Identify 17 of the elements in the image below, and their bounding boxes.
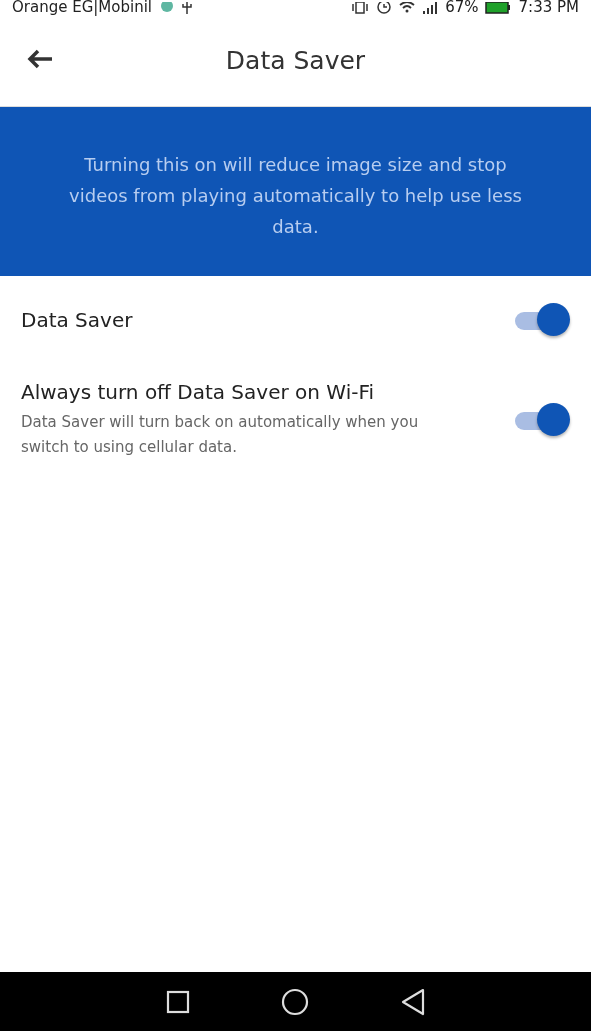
battery-percent: 67% (445, 0, 479, 14)
setting-label: Always turn off Data Saver on Wi-Fi (21, 380, 376, 404)
banner-text: Turning this on will reduce image size and stop videos from playing automatically to help use less data. (68, 153, 523, 239)
signal-icon (423, 2, 438, 14)
alarm-icon (377, 2, 392, 14)
toggle-switch[interactable] (513, 302, 571, 338)
setting-description: Data Saver will turn back on automatically when you switch to using cellular data. (21, 412, 420, 458)
battery-icon (484, 2, 511, 14)
toggle-switch[interactable] (513, 402, 571, 438)
carrier-name: Orange EG|Mobinil (12, 0, 152, 14)
setting-label: Data Saver (21, 308, 134, 332)
clock-time: 7:33 PM (518, 0, 579, 14)
usb-icon (182, 2, 192, 14)
back-arrow-icon (27, 48, 53, 69)
screen-title: Data Saver (225, 45, 366, 75)
vibrate-icon (351, 2, 370, 14)
wifi-icon (399, 2, 416, 14)
